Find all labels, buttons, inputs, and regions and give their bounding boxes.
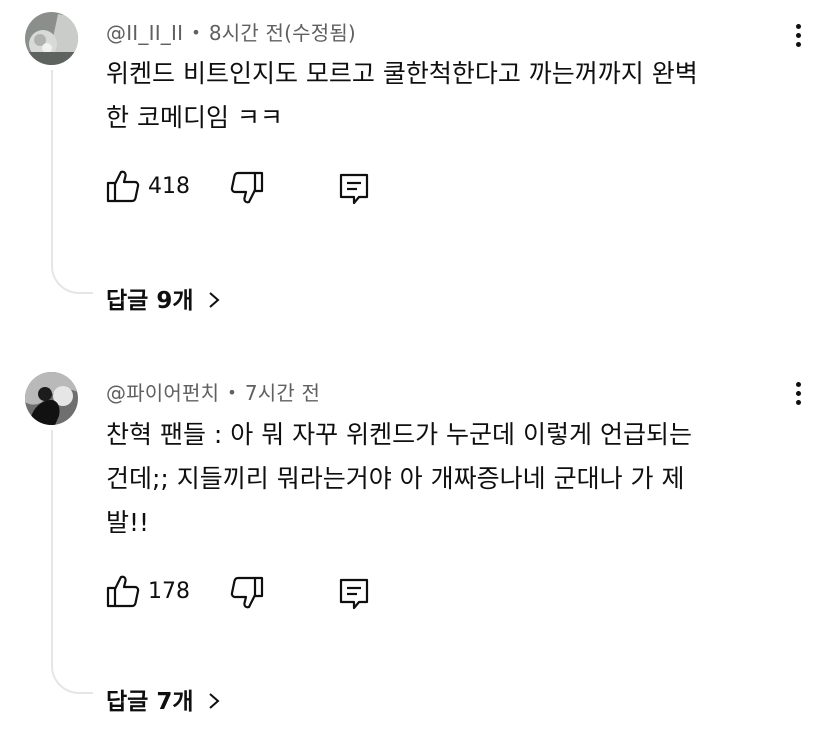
comment-text: 찬혁 팬들 : 아 뭐 자꾸 위켄드가 누군데 이렇게 언급되는 건데;; 지들… [106,420,692,537]
profile-photo-icon [25,372,78,425]
like-button[interactable] [106,168,140,204]
more-vert-icon[interactable] [788,378,808,418]
dislike-button[interactable] [230,575,264,611]
reply-comment-icon [339,173,369,205]
thumbs-down-icon [230,171,264,204]
avatar[interactable] [25,372,78,425]
like-count: 418 [148,174,190,199]
like-count: 178 [148,579,190,604]
chevron-right-icon [206,691,222,711]
replies-toggle[interactable]: 답글 7개 [106,682,222,716]
comment-actions: 418 [106,168,406,208]
reply-thread-line [51,70,93,294]
comment-actions: 178 [106,573,406,613]
comment-item: @II_II_II • 8시간 전(수정됨) 위켄드 비트인지도 모르고 쿨한척한다… [0,0,823,340]
comment-text: 위켄드 비트인지도 모르고 쿨한척한다고 까는꺼까지 완벽 한 코메디임 ㅋㅋ [106,59,698,132]
profile-photo-icon [25,12,78,65]
replies-label: 답글 9개 [106,288,194,314]
dislike-button[interactable] [230,170,264,206]
avatar[interactable] [25,12,78,65]
reply-button[interactable] [338,577,370,611]
comment-time: 7시간 전 [244,381,321,405]
like-button[interactable] [106,573,140,609]
reply-thread-line [51,430,93,694]
comment-time: 8시간 전(수정됨) [208,21,356,45]
comment-meta: @II_II_II • 8시간 전(수정됨) [106,17,356,46]
comment-meta: @파이어펀치 • 7시간 전 [106,377,320,406]
meta-separator: • [191,23,201,42]
comment-item: @파이어펀치 • 7시간 전 찬혁 팬들 : 아 뭐 자꾸 위켄드가 누군데 이렇게… [0,360,823,735]
thumbs-up-icon [106,170,140,203]
reply-comment-icon [339,578,369,610]
chevron-right-icon [206,290,222,310]
meta-separator: • [227,383,237,402]
author-name[interactable]: @파이어펀치 [106,381,219,405]
replies-label: 답글 7개 [106,689,194,715]
author-name[interactable]: @II_II_II [106,21,183,45]
reply-button[interactable] [338,172,370,206]
thumbs-down-icon [230,576,264,609]
replies-toggle[interactable]: 답글 9개 [106,281,222,315]
thumbs-up-icon [106,575,140,608]
